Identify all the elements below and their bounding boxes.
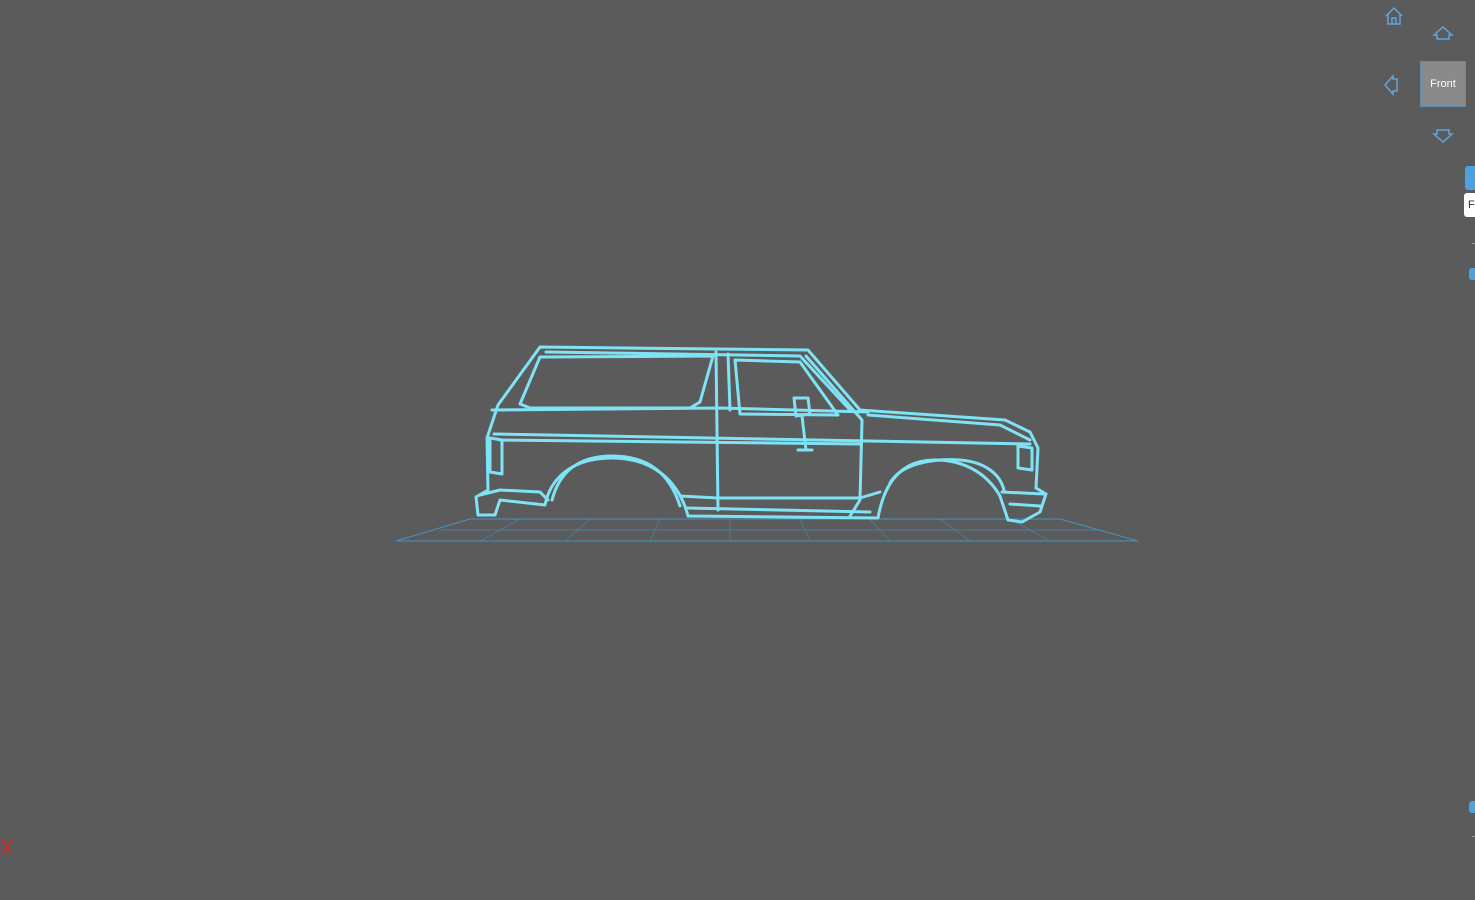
side-panel-tab[interactable] [1465,166,1475,190]
side-panel-handle[interactable] [1469,268,1475,280]
side-panel-handle-bottom[interactable] [1469,801,1475,813]
arrow-down-icon[interactable] [1429,122,1457,150]
side-panel-chip[interactable]: F [1464,193,1475,217]
arrow-left-icon[interactable] [1377,71,1405,99]
truck-wireframe [474,345,1048,524]
arrow-up-icon[interactable] [1429,19,1457,47]
3d-viewport[interactable]: Front F X [0,0,1475,900]
home-icon[interactable] [1380,2,1408,30]
wireframe-model [395,345,1139,542]
viewcube-front-face[interactable]: Front [1420,61,1466,107]
axis-x-label: X [0,837,14,859]
ground-grid [395,518,1139,542]
